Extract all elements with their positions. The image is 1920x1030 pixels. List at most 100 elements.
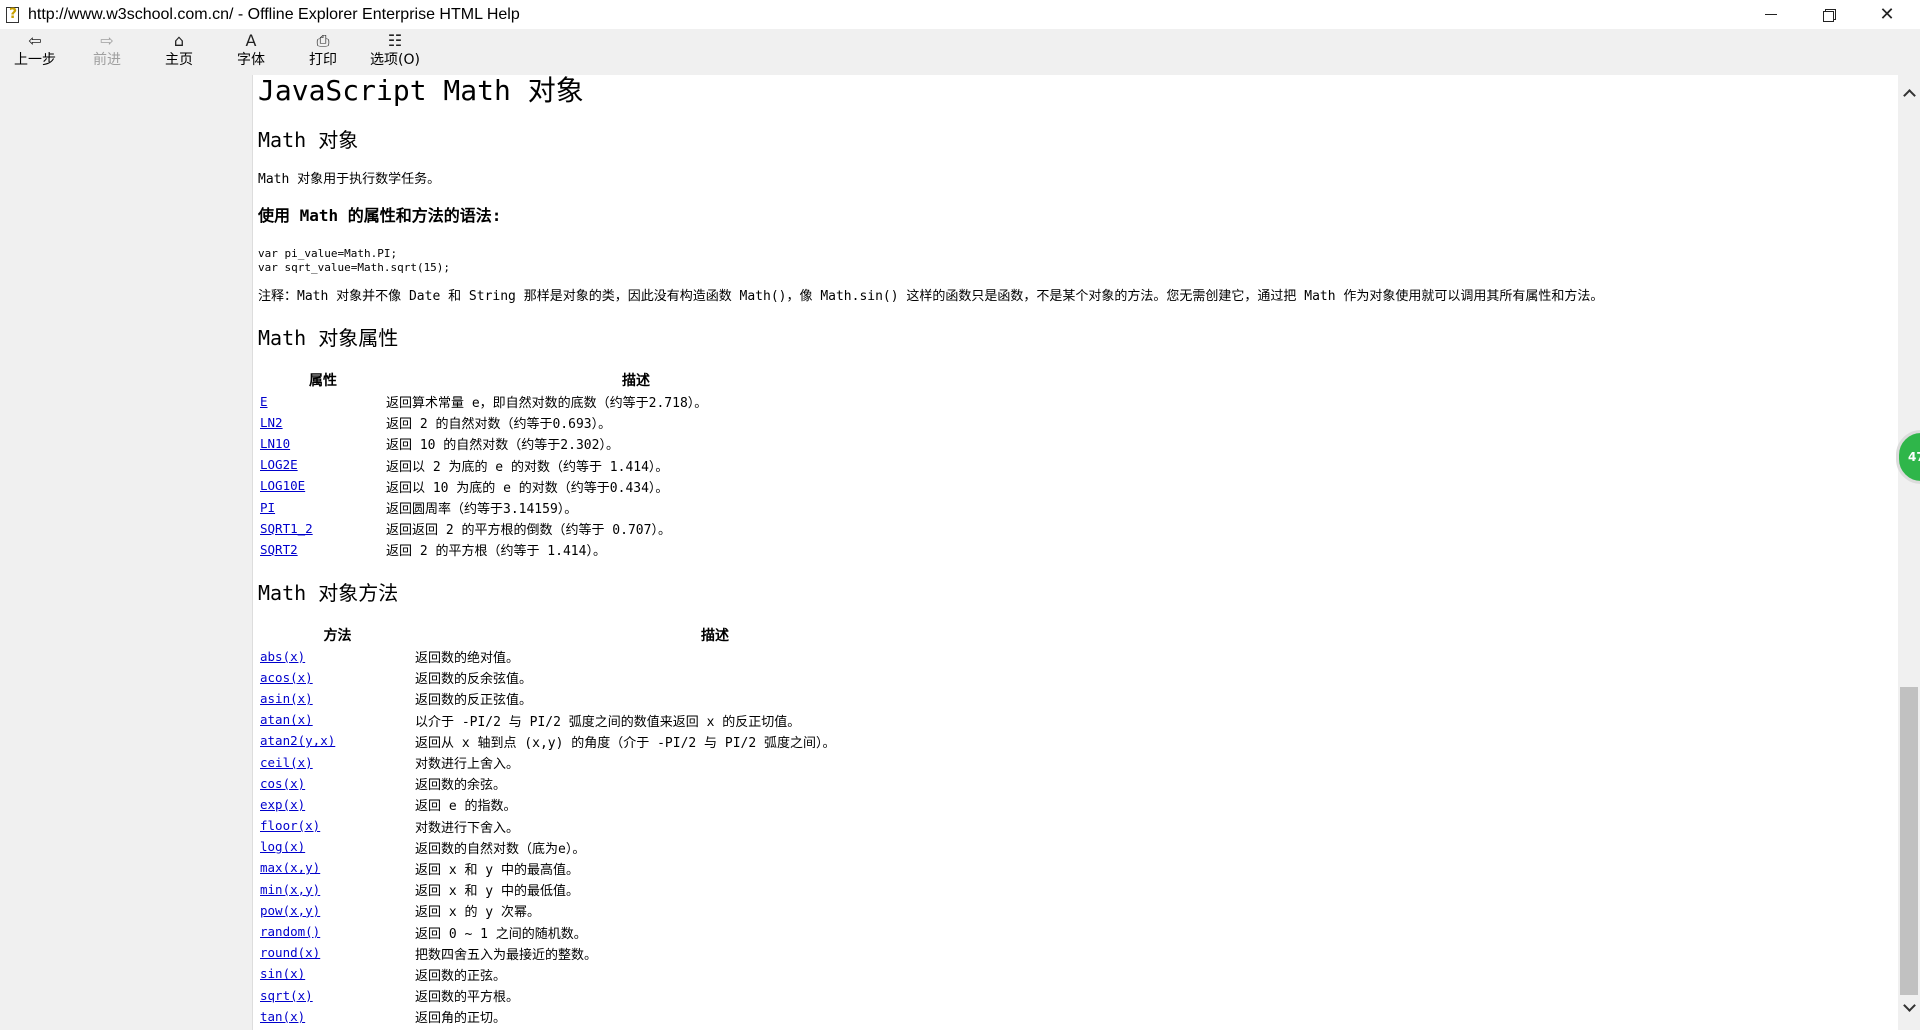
method-row: pow(x,y) 返回 x 的 y 次幂。 — [260, 900, 1015, 921]
method-row: sqrt(x) 返回数的平方根。 — [260, 985, 1015, 1006]
method-link[interactable]: abs(x) — [260, 649, 305, 664]
method-name-cell: acos(x) — [260, 667, 415, 688]
method-description: 返回从 x 轴到点 (x,y) 的角度（介于 -PI/2 与 PI/2 弧度之间… — [415, 735, 836, 751]
property-link[interactable]: PI — [260, 500, 275, 515]
method-row: random() 返回 0 ~ 1 之间的随机数。 — [260, 921, 1015, 942]
method-link[interactable]: min(x,y) — [260, 882, 320, 897]
section-heading-methods: Math 对象方法 — [258, 581, 399, 605]
options-button[interactable]: ☷ 选项(O) — [365, 31, 425, 73]
property-link[interactable]: LOG10E — [260, 478, 305, 493]
method-name-cell: atan2(y,x) — [260, 731, 415, 752]
method-row: abs(x) 返回数的绝对值。 — [260, 646, 1015, 667]
title-bar: ? http://www.w3school.com.cn/ - Offline … — [0, 0, 1920, 29]
method-name-cell: max(x,y) — [260, 858, 415, 879]
method-row: log(x) 返回数的自然对数（底为e）。 — [260, 837, 1015, 858]
method-link[interactable]: round(x) — [260, 945, 320, 960]
method-name-cell: random() — [260, 921, 415, 942]
method-link[interactable]: random() — [260, 924, 320, 939]
properties-table: 属性 描述 E 返回算术常量 e，即自然对数的底数（约等于2.718）。 LN2 返回… — [260, 369, 886, 561]
method-link[interactable]: acos(x) — [260, 670, 313, 685]
method-description: 返回数的余弦。 — [415, 778, 507, 794]
method-description: 以介于 -PI/2 与 PI/2 弧度之间的数值来返回 x 的反正切值。 — [415, 714, 801, 730]
method-description: 对数进行上舍入。 — [415, 757, 520, 773]
property-link[interactable]: LN10 — [260, 436, 290, 451]
property-description: 返回返回 2 的平方根的倒数（约等于 0.707）。 — [386, 523, 671, 539]
restore-button[interactable] — [1800, 0, 1858, 29]
property-name-cell: LN10 — [260, 433, 386, 454]
method-link[interactable]: pow(x,y) — [260, 903, 320, 918]
method-name-cell: round(x) — [260, 943, 415, 964]
method-name-cell: floor(x) — [260, 816, 415, 837]
back-button[interactable]: ⇦ 上一步 — [5, 31, 65, 73]
print-button[interactable]: ⎙ 打印 — [293, 31, 353, 73]
method-description: 把数四舍五入为最接近的整数。 — [415, 947, 598, 963]
print-label: 打印 — [309, 52, 337, 68]
method-link[interactable]: asin(x) — [260, 691, 313, 706]
method-link[interactable]: sin(x) — [260, 966, 305, 981]
property-row: LN10 返回 10 的自然对数（约等于2.302）。 — [260, 433, 886, 454]
content-pane: JavaScript Math 对象 Math 对象 Math 对象用于执行数学… — [254, 75, 1900, 1030]
property-link[interactable]: E — [260, 394, 268, 409]
font-button[interactable]: A 字体 — [221, 31, 281, 73]
property-row: PI 返回圆周率（约等于3.14159）。 — [260, 497, 886, 518]
arrow-left-icon: ⇦ — [28, 31, 42, 50]
property-description: 返回以 10 为底的 e 的对数（约等于0.434）。 — [386, 480, 669, 496]
close-button[interactable]: ✕ — [1858, 0, 1916, 29]
method-description: 返回 x 和 y 中的最高值。 — [415, 862, 579, 878]
property-name-cell: E — [260, 391, 386, 412]
forward-label: 前进 — [93, 52, 121, 68]
method-description: 返回 x 的 y 次幂。 — [415, 905, 540, 921]
chevron-down-icon — [1902, 999, 1916, 1012]
method-link[interactable]: max(x,y) — [260, 860, 320, 875]
method-description: 对数进行下舍入。 — [415, 820, 520, 836]
method-name-cell: sqrt(x) — [260, 985, 415, 1006]
method-description: 返回数的自然对数（底为e）。 — [415, 841, 586, 857]
font-icon: A — [245, 31, 257, 50]
back-label: 上一步 — [14, 52, 56, 68]
property-name-cell: LN2 — [260, 412, 386, 433]
method-name-cell: tan(x) — [260, 1006, 415, 1027]
methods-table: 方法 描述 abs(x) 返回数的绝对值。 acos(x) 返回数的反余弦值。 asin… — [260, 624, 1015, 1027]
scroll-up-button[interactable] — [1898, 83, 1920, 103]
page-title: JavaScript Math 对象 — [258, 75, 584, 107]
methods-col-header-name: 方法 — [323, 628, 352, 644]
method-link[interactable]: tan(x) — [260, 1009, 305, 1024]
method-row: tan(x) 返回角的正切。 — [260, 1006, 1015, 1027]
method-link[interactable]: floor(x) — [260, 818, 320, 833]
method-link[interactable]: log(x) — [260, 839, 305, 854]
methods-col-header-desc: 描述 — [701, 628, 729, 644]
method-row: max(x,y) 返回 x 和 y 中的最高值。 — [260, 858, 1015, 879]
method-link[interactable]: sqrt(x) — [260, 988, 313, 1003]
property-link[interactable]: SQRT1_2 — [260, 521, 313, 536]
scroll-down-button[interactable] — [1898, 998, 1920, 1018]
home-button[interactable]: ⌂ 主页 — [149, 31, 209, 73]
method-name-cell: abs(x) — [260, 646, 415, 667]
method-link[interactable]: ceil(x) — [260, 755, 313, 770]
property-link[interactable]: SQRT2 — [260, 542, 298, 557]
scrollbar-thumb[interactable] — [1900, 687, 1918, 995]
method-link[interactable]: atan2(y,x) — [260, 733, 335, 748]
pane-splitter[interactable] — [250, 75, 253, 1030]
forward-button[interactable]: ⇨ 前进 — [77, 31, 137, 73]
note-text: 注释：Math 对象并不像 Date 和 String 那样是对象的类，因此没有… — [258, 289, 1604, 304]
method-name-cell: pow(x,y) — [260, 900, 415, 921]
property-row: SQRT1_2 返回返回 2 的平方根的倒数（约等于 0.707）。 — [260, 518, 886, 539]
method-description: 返回数的绝对值。 — [415, 651, 520, 667]
vertical-scrollbar[interactable] — [1898, 75, 1920, 1030]
property-link[interactable]: LOG2E — [260, 457, 298, 472]
method-name-cell: sin(x) — [260, 964, 415, 985]
intro-text: Math 对象用于执行数学任务。 — [258, 172, 441, 187]
method-row: exp(x) 返回 e 的指数。 — [260, 794, 1015, 815]
options-label: 选项(O) — [370, 52, 420, 68]
method-name-cell: cos(x) — [260, 773, 415, 794]
method-link[interactable]: cos(x) — [260, 776, 305, 791]
method-link[interactable]: exp(x) — [260, 797, 305, 812]
property-link[interactable]: LN2 — [260, 415, 283, 430]
minimize-button[interactable] — [1742, 0, 1800, 29]
method-description: 返回数的反余弦值。 — [415, 672, 533, 688]
method-link[interactable]: atan(x) — [260, 712, 313, 727]
syntax-heading: 使用 Math 的属性和方法的语法: — [258, 206, 502, 225]
badge-count: 47 — [1908, 450, 1920, 464]
chevron-up-icon — [1902, 89, 1916, 102]
property-row: LN2 返回 2 的自然对数（约等于0.693）。 — [260, 412, 886, 433]
